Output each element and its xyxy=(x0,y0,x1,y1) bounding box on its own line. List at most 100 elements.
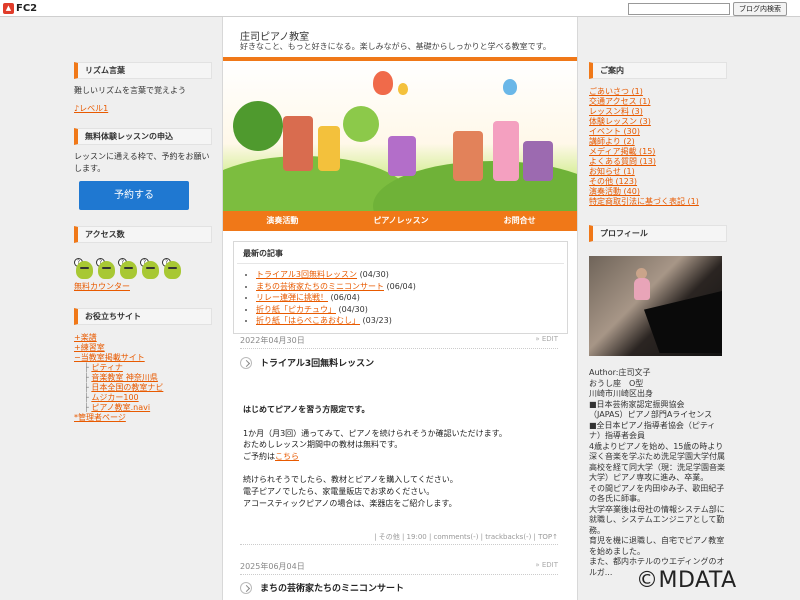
entry-line: 電子ピアノでしたら、家電量販店でお求めください。 xyxy=(243,486,435,496)
balloon-shape xyxy=(503,79,517,95)
category-link[interactable]: イベント (30) xyxy=(589,127,640,136)
entry-paragraph: 1か月（月3回）通ってみて、ピアノを続けられそうか確認いただけます。 おためしレ… xyxy=(243,428,563,463)
entry-line: アコースティックピアノの場合は、楽器店をご紹介します。 xyxy=(243,498,457,508)
profile-line: 川崎市川崎区出身 xyxy=(589,389,653,398)
nav-piano-lessons[interactable]: ピアノレッスン xyxy=(342,211,461,231)
house-shape xyxy=(493,121,519,181)
house-shape xyxy=(283,116,313,171)
balloon-shape xyxy=(398,83,408,95)
entry-edit-link[interactable]: » EDIT xyxy=(535,335,558,343)
recent-post-link[interactable]: トライアル3回無料レッスン xyxy=(256,270,357,279)
nav-contact[interactable]: お問合せ xyxy=(460,211,577,231)
recent-post-link[interactable]: 折り紙「ピカチュウ」 xyxy=(256,305,336,314)
free-counter-link[interactable]: 無料カウンター xyxy=(74,282,130,291)
person-shape xyxy=(634,278,650,300)
category-link[interactable]: 講師より (2) xyxy=(589,137,635,146)
sites-list: +楽譜 +練習室 −当教室掲載サイト ピティナ 音楽教室 神奈川県 日本全国の教… xyxy=(74,333,212,423)
recent-post-item: 折り紙「はらぺこあおむし」 (03/23) xyxy=(256,315,567,327)
entry-line: おためしレッスン期間中の教材は無料です。 xyxy=(243,440,403,450)
reserve-prefix: ご予約は xyxy=(243,451,275,461)
entry-title: まちの芸術家たちのミニコンサート xyxy=(240,581,404,594)
site-link-listing-sites[interactable]: −当教室掲載サイト xyxy=(74,353,145,362)
main-content: 庄司ピアノ教室 好きなこと、もっと好きになる。楽しみながら、基礎からしっかりと学… xyxy=(222,17,578,600)
rhythm-text: 難しいリズムを言葉で覚えよう xyxy=(74,86,186,95)
house-shape xyxy=(523,141,553,181)
profile-text: Author:庄司文子 おうし座 O型 川崎市川崎区出身 ■日本芸術家認定振興協… xyxy=(589,368,727,578)
reserve-button[interactable]: 予約する xyxy=(79,181,189,210)
category-link[interactable]: よくある質問 (13) xyxy=(589,157,656,166)
category-link[interactable]: レッスン料 (3) xyxy=(589,107,643,116)
category-link[interactable]: 体験レッスン (3) xyxy=(589,117,651,126)
piano-shape xyxy=(644,291,722,353)
category-link[interactable]: 演奏活動 (40) xyxy=(589,187,640,196)
chick-icon xyxy=(142,261,159,279)
access-widget-title: アクセス数 xyxy=(74,226,212,243)
recent-post-link[interactable]: リレー連弾に挑戦！ xyxy=(256,293,328,302)
chick-icon xyxy=(76,261,93,279)
entry-title-text[interactable]: まちの芸術家たちのミニコンサート xyxy=(260,581,404,594)
site-link-musica[interactable]: ムジカー100 xyxy=(91,393,138,402)
copyright-watermark: ©MDATA xyxy=(636,568,737,593)
entry-edit-link[interactable]: » EDIT xyxy=(535,561,558,569)
site-link-practice-room[interactable]: +練習室 xyxy=(74,343,105,352)
profile-line: ■全日本ピアノ指導者協会（ピティナ）指導者会員 xyxy=(589,420,716,441)
recent-post-date: (03/23) xyxy=(362,316,392,325)
access-widget: アクセス数 ? ? ? ? ? 無料カウンター xyxy=(74,226,212,292)
profile-widget-title: プロフィール xyxy=(589,225,727,242)
rhythm-level1-link[interactable]: ♪レベル1 xyxy=(74,104,108,113)
entry-title-text[interactable]: トライアル3回無料レッスン xyxy=(260,356,374,369)
site-link-ptna[interactable]: ピティナ xyxy=(91,363,123,372)
recent-post-item: トライアル3回無料レッスン (04/30) xyxy=(256,269,567,281)
reserve-here-link[interactable]: こちら xyxy=(275,452,299,461)
left-sidebar: リズム言葉 難しいリズムを言葉で覚えよう ♪レベル1 無料体験レッスンの申込 レ… xyxy=(74,62,212,435)
arrow-right-icon xyxy=(240,356,252,369)
site-link-sheet-music[interactable]: +楽譜 xyxy=(74,333,97,342)
tree-shape xyxy=(233,101,283,151)
profile-line: その間ピアノを内田ゆみ子、歌田紀子の各氏に師事。 xyxy=(589,483,725,504)
category-link[interactable]: メディア掲載 (15) xyxy=(589,147,655,156)
access-counter: ? ? ? ? ? xyxy=(74,249,212,279)
guide-widget: ご案内 ごあいさつ (1) 交通アクセス (1) レッスン料 (3) 体験レッス… xyxy=(589,62,727,207)
chick-icon xyxy=(120,261,137,279)
fc2-logo-text: FC2 xyxy=(16,3,38,14)
entry-lead: はじめてピアノを習う方限定です。 xyxy=(243,405,370,414)
trial-widget-title: 無料体験レッスンの申込 xyxy=(74,128,212,145)
profile-line: 4歳よりピアノを始め、15歳の時より深く音楽を学ぶため洗足学園大学付属高校を経て… xyxy=(589,441,725,483)
category-link[interactable]: お知らせ (1) xyxy=(589,167,635,176)
chick-icon xyxy=(98,261,115,279)
blog-search-button[interactable]: ブログ内検索 xyxy=(733,2,787,16)
category-link[interactable]: その他 (123) xyxy=(589,177,637,186)
recent-posts-title: 最新の記事 xyxy=(237,242,564,264)
profile-line: （JAPAS）ピアノ部門Aライセンス xyxy=(589,410,713,419)
blog-description: 好きなこと、もっと好きになる。楽しみながら、基礎からしっかりと学べる教室です。 xyxy=(240,42,551,51)
fc2-logo-icon: ▲ xyxy=(3,3,14,14)
rhythm-widget-title: リズム言葉 xyxy=(74,62,212,79)
fc2-logo[interactable]: ▲ FC2 xyxy=(3,2,37,15)
site-link-piano-navi[interactable]: ピアノ教室.navi xyxy=(91,403,150,412)
entry-title: トライアル3回無料レッスン xyxy=(240,356,374,369)
site-link-kanagawa[interactable]: 音楽教室 神奈川県 xyxy=(91,373,158,382)
profile-photo xyxy=(589,256,722,356)
admin-page-link[interactable]: *管理者ページ xyxy=(74,413,126,422)
profile-line: Author:庄司文子 xyxy=(589,368,651,377)
nav-performance[interactable]: 演奏活動 xyxy=(223,211,342,231)
house-shape xyxy=(318,126,340,171)
recent-post-date: (04/30) xyxy=(359,270,389,279)
blog-search-input[interactable] xyxy=(628,3,730,15)
fc2-toolbar: ▲ FC2 ブログ内検索 xyxy=(0,0,800,17)
entry-footer[interactable]: | その他 | 19:00 | comments(-) | trackbacks… xyxy=(240,532,558,545)
category-link[interactable]: 特定商取引法に基づく表記 (1) xyxy=(589,197,699,206)
profile-line: おうし座 O型 xyxy=(589,378,644,388)
recent-post-item: 折り紙「ピカチュウ」 (04/30) xyxy=(256,304,567,316)
category-link[interactable]: ごあいさつ (1) xyxy=(589,87,643,96)
recent-posts-box: 最新の記事 トライアル3回無料レッスン (04/30) まちの芸術家たちのミニコ… xyxy=(233,241,568,334)
profile-line: 大学卒業後は母社の情報システム部に就職し、システムエンジニアとして勤務。 xyxy=(589,504,725,535)
category-link[interactable]: 交通アクセス (1) xyxy=(589,97,650,106)
chick-icon xyxy=(164,261,181,279)
site-link-navi[interactable]: 日本全国の教室ナビ xyxy=(91,383,163,392)
recent-post-link[interactable]: まちの芸術家たちのミニコンサート xyxy=(256,282,384,291)
profile-line: ■日本芸術家認定振興協会 xyxy=(589,399,685,409)
recent-post-link[interactable]: 折り紙「はらぺこあおむし」 xyxy=(256,316,360,325)
entry-line: ご予約はこちら xyxy=(243,451,563,463)
main-nav: 演奏活動 ピアノレッスン お問合せ xyxy=(223,211,577,231)
